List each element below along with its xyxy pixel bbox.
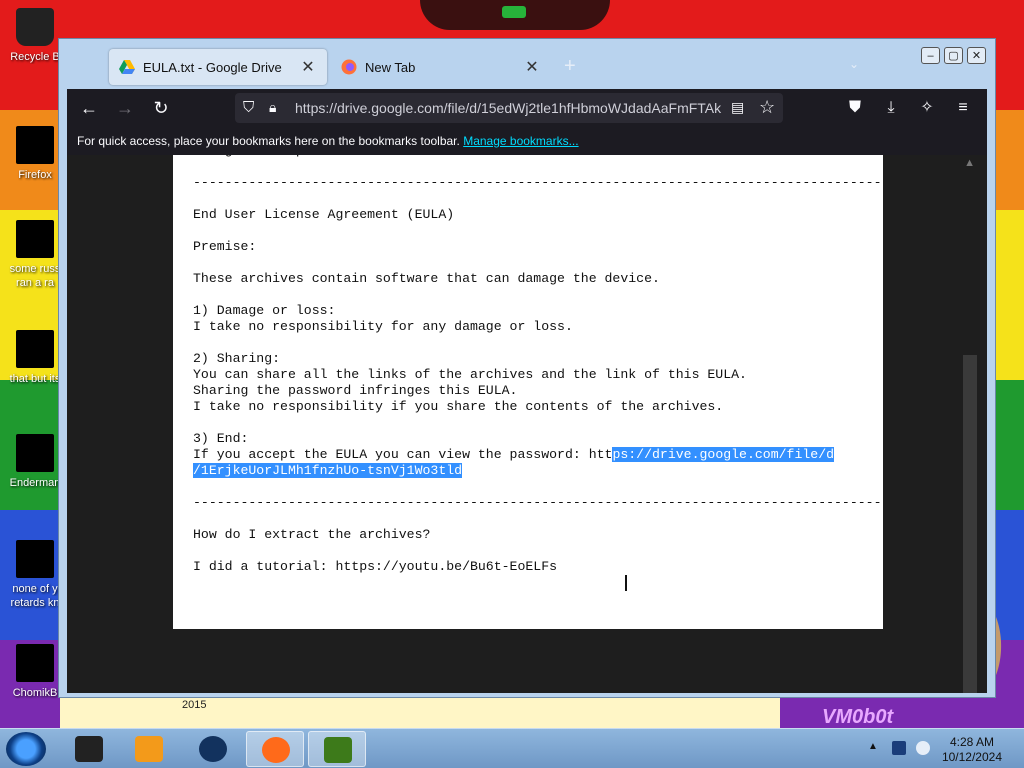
eula-text-document[interactable]: Telegram: https://t.me/tem... ----------… [173,155,883,629]
firefox-desktop-icon [16,126,54,164]
navigation-toolbar: ← → ↻ ⛉ 🔒︎ https://drive.google.com/file… [67,89,987,127]
manage-bookmarks-link[interactable]: Manage bookmarks... [463,134,578,148]
wallpaper-detail [502,6,526,18]
close-window-button[interactable]: ✕ [967,47,986,64]
show-hidden-icons-icon[interactable]: ▲ [868,741,882,755]
clock-time: 4:28 AM [949,735,994,749]
volume-icon[interactable] [916,741,930,755]
wallpaper-year: 2015 [182,699,207,711]
file-shortcut-icon [16,220,54,258]
clock[interactable]: 4:28 AM 10/12/2024 [942,735,1002,765]
recycle-bin-icon [16,8,54,46]
scroll-up-icon[interactable]: ▲ [964,157,975,169]
clock-date: 10/12/2024 [941,750,1002,764]
maximize-button[interactable]: ▢ [944,47,963,64]
extensions-icon[interactable]: ✧ [917,98,937,118]
back-arrow-icon[interactable]: ← [79,98,99,118]
document-text: Telegram: https://t.me/tem... ----------… [193,155,883,575]
bookmarks-hint-text: For quick access, place your bookmarks h… [77,134,460,148]
url-text[interactable]: https://drive.google.com/file/d/15edWj2t… [295,100,723,118]
url-bar[interactable]: ⛉ 🔒︎ https://drive.google.com/file/d/15e… [235,93,783,123]
menu-hamburger-icon[interactable]: ≡ [953,98,973,118]
network-icon[interactable] [892,741,906,755]
virtualbox-taskbar-icon [75,736,103,762]
start-button[interactable] [6,732,46,766]
page-content: Telegram: https://t.me/tem... ----------… [67,155,987,693]
taskbar-item-globe[interactable] [184,731,242,767]
browser-window: EULA.txt - Google Drive ✕ New Tab ✕ + ⌄ … [58,38,996,698]
taskbar-item-virtualbox[interactable] [60,731,118,767]
taskbar: ▲ 4:28 AM 10/12/2024 [0,728,1024,768]
tab-new-tab[interactable]: New Tab ✕ [331,49,551,85]
taskbar-item-media-player[interactable] [120,731,178,767]
tracking-protection-shield-icon[interactable]: ⛉ [243,99,261,117]
google-drive-icon [119,60,135,74]
folder-shortcut-icon [16,330,54,368]
tab-strip: EULA.txt - Google Drive ✕ New Tab ✕ + ⌄ … [59,39,995,89]
taskbar-item-firefox[interactable] [246,731,304,767]
lock-icon[interactable]: 🔒︎ [269,99,287,117]
reader-view-icon[interactable]: ▤ [731,99,744,116]
enderman-shortcut-icon [16,434,54,472]
tab-eula-google-drive[interactable]: EULA.txt - Google Drive ✕ [109,49,327,85]
close-tab-icon[interactable]: ✕ [523,57,541,77]
chomikbox-taskbar-icon [324,737,352,763]
scrollbar-thumb[interactable] [963,355,977,693]
chomikbox-shortcut-icon [16,644,54,682]
document-text-before: Telegram: https://t.me/tem... ----------… [193,155,883,462]
pocket-icon[interactable]: ⛊ [845,98,865,118]
wallpaper-watermark: VM0b0t [822,706,894,728]
text-cursor [625,575,627,591]
close-tab-icon[interactable]: ✕ [299,57,317,77]
document-text-after: ----------------------------------------… [193,495,883,574]
reload-icon[interactable]: ↻ [151,98,171,118]
list-all-tabs-button[interactable]: ⌄ [849,57,859,71]
firefox-icon [341,59,357,75]
forward-arrow-icon[interactable]: → [115,98,135,118]
tab-title: New Tab [365,59,416,75]
bookmark-star-icon[interactable]: ☆ [759,97,775,118]
downloads-icon[interactable]: ⤓ [881,98,901,118]
globe-taskbar-icon [199,736,227,762]
tab-title: EULA.txt - Google Drive [143,59,282,75]
firefox-taskbar-icon [262,737,290,763]
bookmarks-toolbar: For quick access, place your bookmarks h… [67,127,987,155]
new-tab-button[interactable]: + [564,55,576,78]
taskbar-item-chomikbox[interactable] [308,731,366,767]
red-app-shortcut-icon [16,540,54,578]
minimize-button[interactable]: – [921,47,940,64]
system-tray: ▲ 4:28 AM 10/12/2024 [862,731,1022,767]
media-player-taskbar-icon [135,736,163,762]
